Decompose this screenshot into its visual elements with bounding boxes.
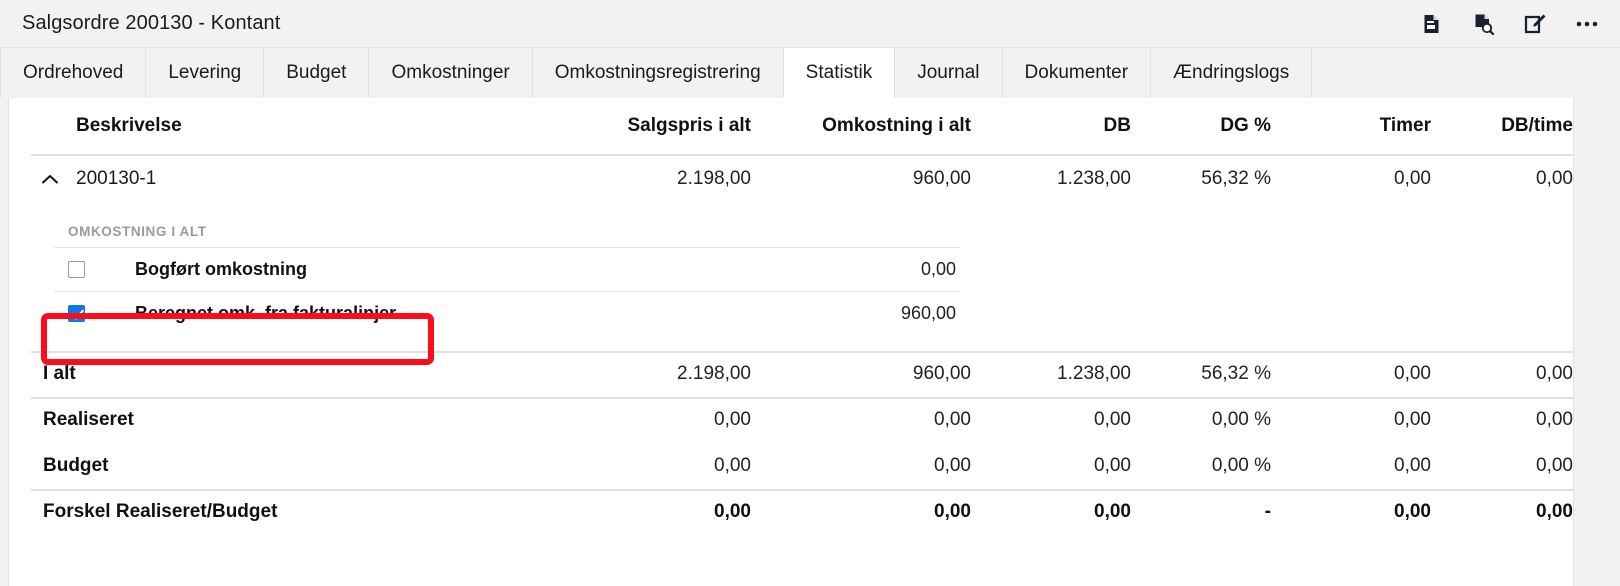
summary-dg-realiseret: 0,00 %	[1211, 409, 1271, 430]
tab-ordrehoved[interactable]: Ordrehoved	[0, 48, 147, 98]
order-line-omkostning: 960,00	[912, 168, 971, 189]
title-bar: Salgsordre 200130 - Kontant	[0, 0, 1620, 48]
tab-levering[interactable]: Levering	[146, 48, 265, 98]
document-details-icon[interactable]	[1418, 11, 1444, 37]
column-header-db: DB	[1103, 115, 1131, 136]
cost-detail-value-bogfoert: 0,00	[920, 258, 956, 279]
summary-salgspris-forskel: 0,00	[714, 501, 751, 522]
tab-omkostninger[interactable]: Omkostninger	[369, 48, 533, 98]
summary-db-realiseret: 0,00	[1094, 409, 1131, 430]
cost-detail-label-beregnet: Beregnet omk. fra fakturalinjer	[135, 302, 397, 323]
cost-detail-label-bogfoert: Bogført omkostning	[135, 258, 307, 279]
more-options-icon[interactable]	[1574, 11, 1600, 37]
summary-label-realiseret: Realiseret	[43, 409, 134, 430]
tab-aendringslogs[interactable]: Ændringslogs	[1151, 48, 1313, 98]
summary-dg-forskel: -	[1264, 501, 1271, 522]
order-line-description: 200130-1	[76, 168, 157, 189]
summary-db-time-budget: 0,00	[1536, 455, 1573, 476]
cost-detail-row-bogfoert[interactable]: Bogført omkostning 0,00	[9, 247, 959, 291]
edit-icon[interactable]	[1522, 11, 1548, 37]
checkbox-beregnet-omkostning[interactable]	[68, 304, 85, 322]
order-line-description-cell: 200130-1	[31, 168, 531, 190]
order-line-salgspris: 2.198,00	[677, 168, 751, 189]
cost-detail-section: OMKOSTNING I ALT Bogført omkostning 0,00…	[9, 204, 1573, 351]
summary-label-i-alt: I alt	[43, 363, 76, 384]
cost-detail-value-beregnet: 960,00	[900, 302, 956, 323]
order-line-db-time: 0,00	[1536, 168, 1573, 189]
column-header-dg-procent: DG %	[1220, 115, 1271, 136]
summary-omkostning-budget: 0,00	[934, 455, 971, 476]
column-header-salgspris-i-alt: Salgspris i alt	[627, 115, 751, 136]
table-row-forskel: Forskel Realiseret/Budget 0,00 0,00 0,00…	[9, 489, 1573, 535]
tab-omkostningsregistrering[interactable]: Omkostningsregistrering	[532, 48, 784, 98]
summary-dg-budget: 0,00 %	[1211, 455, 1271, 476]
summary-salgspris-budget: 0,00	[714, 455, 751, 476]
summary-timer-i-alt: 0,00	[1394, 363, 1431, 384]
tab-journal[interactable]: Journal	[895, 48, 1003, 98]
tab-dokumenter[interactable]: Dokumenter	[1002, 48, 1152, 98]
column-header-beskrivelse: Beskrivelse	[76, 115, 182, 136]
summary-db-time-forskel: 0,00	[1536, 501, 1573, 522]
cost-detail-row-beregnet[interactable]: Beregnet omk. fra fakturalinjer 960,00	[9, 291, 959, 335]
order-line-db: 1.238,00	[1057, 168, 1131, 189]
order-line-dg: 56,32 %	[1201, 168, 1271, 189]
statistics-panel: Beskrivelse Salgspris i alt Omkostning i…	[8, 98, 1574, 586]
summary-label-budget: Budget	[43, 455, 109, 476]
summary-salgspris-realiseret: 0,00	[714, 409, 751, 430]
application-window: Salgsordre 200130 - Kontant Ordrehoved L…	[0, 0, 1620, 586]
summary-db-forskel: 0,00	[1094, 501, 1131, 522]
column-header-timer: Timer	[1379, 115, 1431, 136]
summary-db-budget: 0,00	[1094, 455, 1131, 476]
tab-bar-filler	[1312, 48, 1620, 98]
summary-omkostning-forskel: 0,00	[934, 501, 971, 522]
table-row-i-alt: I alt 2.198,00 960,00 1.238,00 56,32 % 0…	[9, 351, 1573, 397]
table-row-order-line[interactable]: 200130-1 2.198,00 960,00 1.238,00 56,32 …	[9, 154, 1573, 204]
cost-detail-spacer	[9, 335, 1573, 351]
summary-label-forskel: Forskel Realiseret/Budget	[43, 501, 278, 522]
statistics-table: Beskrivelse Salgspris i alt Omkostning i…	[9, 98, 1573, 535]
document-search-icon[interactable]	[1470, 11, 1496, 37]
summary-timer-realiseret: 0,00	[1394, 409, 1431, 430]
tab-statistik[interactable]: Statistik	[782, 48, 896, 98]
summary-db-time-i-alt: 0,00	[1536, 363, 1573, 384]
summary-omkostning-i-alt: 960,00	[912, 363, 971, 384]
column-header-db-per-time: DB/time	[1501, 115, 1573, 136]
page-title: Salgsordre 200130 - Kontant	[22, 12, 281, 34]
cost-detail-section-label: OMKOSTNING I ALT	[68, 224, 207, 239]
summary-salgspris-i-alt: 2.198,00	[677, 363, 751, 384]
summary-db-i-alt: 1.238,00	[1057, 363, 1131, 384]
summary-omkostning-realiseret: 0,00	[934, 409, 971, 430]
tab-budget[interactable]: Budget	[264, 48, 370, 98]
title-bar-actions	[1418, 11, 1600, 37]
column-header-omkostning-i-alt: Omkostning i alt	[822, 115, 971, 136]
table-row-realiseret: Realiseret 0,00 0,00 0,00 0,00 % 0,00 0,…	[9, 397, 1573, 443]
table-row-budget: Budget 0,00 0,00 0,00 0,00 % 0,00 0,00	[9, 443, 1573, 489]
checkbox-bogfoert-omkostning[interactable]	[68, 260, 85, 278]
summary-dg-i-alt: 56,32 %	[1201, 363, 1271, 384]
summary-timer-budget: 0,00	[1394, 455, 1431, 476]
summary-db-time-realiseret: 0,00	[1536, 409, 1573, 430]
summary-timer-forskel: 0,00	[1394, 501, 1431, 522]
chevron-up-icon[interactable]	[39, 168, 61, 190]
order-line-timer: 0,00	[1394, 168, 1431, 189]
tab-bar: Ordrehoved Levering Budget Omkostninger …	[0, 48, 1620, 98]
table-header-row: Beskrivelse Salgspris i alt Omkostning i…	[9, 98, 1573, 154]
